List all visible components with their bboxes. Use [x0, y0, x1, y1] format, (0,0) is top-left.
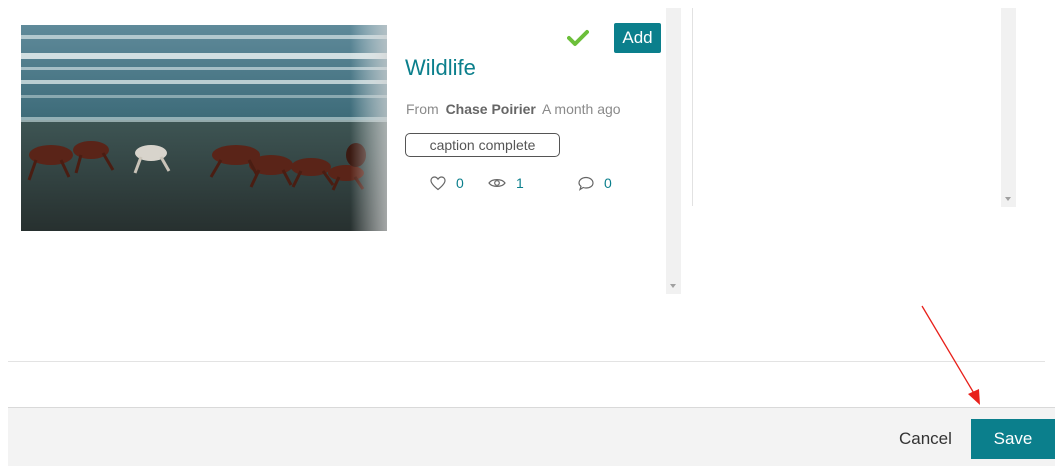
comment-icon — [578, 176, 594, 191]
comments-count: 0 — [604, 175, 612, 191]
media-title[interactable]: Wildlife — [405, 55, 476, 81]
cancel-button[interactable]: Cancel — [899, 429, 952, 449]
heart-icon — [430, 175, 446, 190]
media-thumbnail[interactable] — [21, 25, 387, 231]
views-stat: 1 — [488, 175, 524, 191]
media-meta: From Chase Poirier A month ago — [406, 101, 621, 117]
status-badge: caption complete — [405, 133, 560, 157]
time-ago: A month ago — [541, 101, 621, 117]
check-icon — [567, 30, 589, 46]
eye-icon — [488, 179, 506, 187]
author-name: Chase Poirier — [445, 101, 536, 117]
scroll-down-icon[interactable] — [1005, 197, 1011, 201]
panel-divider — [692, 8, 693, 206]
save-button[interactable]: Save — [971, 419, 1055, 459]
entry-scrollbar[interactable] — [666, 8, 681, 294]
add-button[interactable]: Add — [614, 23, 661, 53]
from-label: From — [406, 101, 439, 117]
likes-stat[interactable]: 0 — [430, 175, 464, 191]
comments-stat[interactable]: 0 — [578, 175, 612, 191]
panel-scrollbar[interactable] — [1001, 8, 1016, 207]
views-count: 1 — [516, 175, 524, 191]
section-divider — [8, 361, 1045, 362]
likes-count: 0 — [456, 175, 464, 191]
media-entry: Add Wildlife From Chase Poirier A month … — [0, 0, 680, 300]
scroll-down-icon[interactable] — [670, 284, 676, 288]
modal-footer: Cancel Save — [8, 407, 1055, 466]
